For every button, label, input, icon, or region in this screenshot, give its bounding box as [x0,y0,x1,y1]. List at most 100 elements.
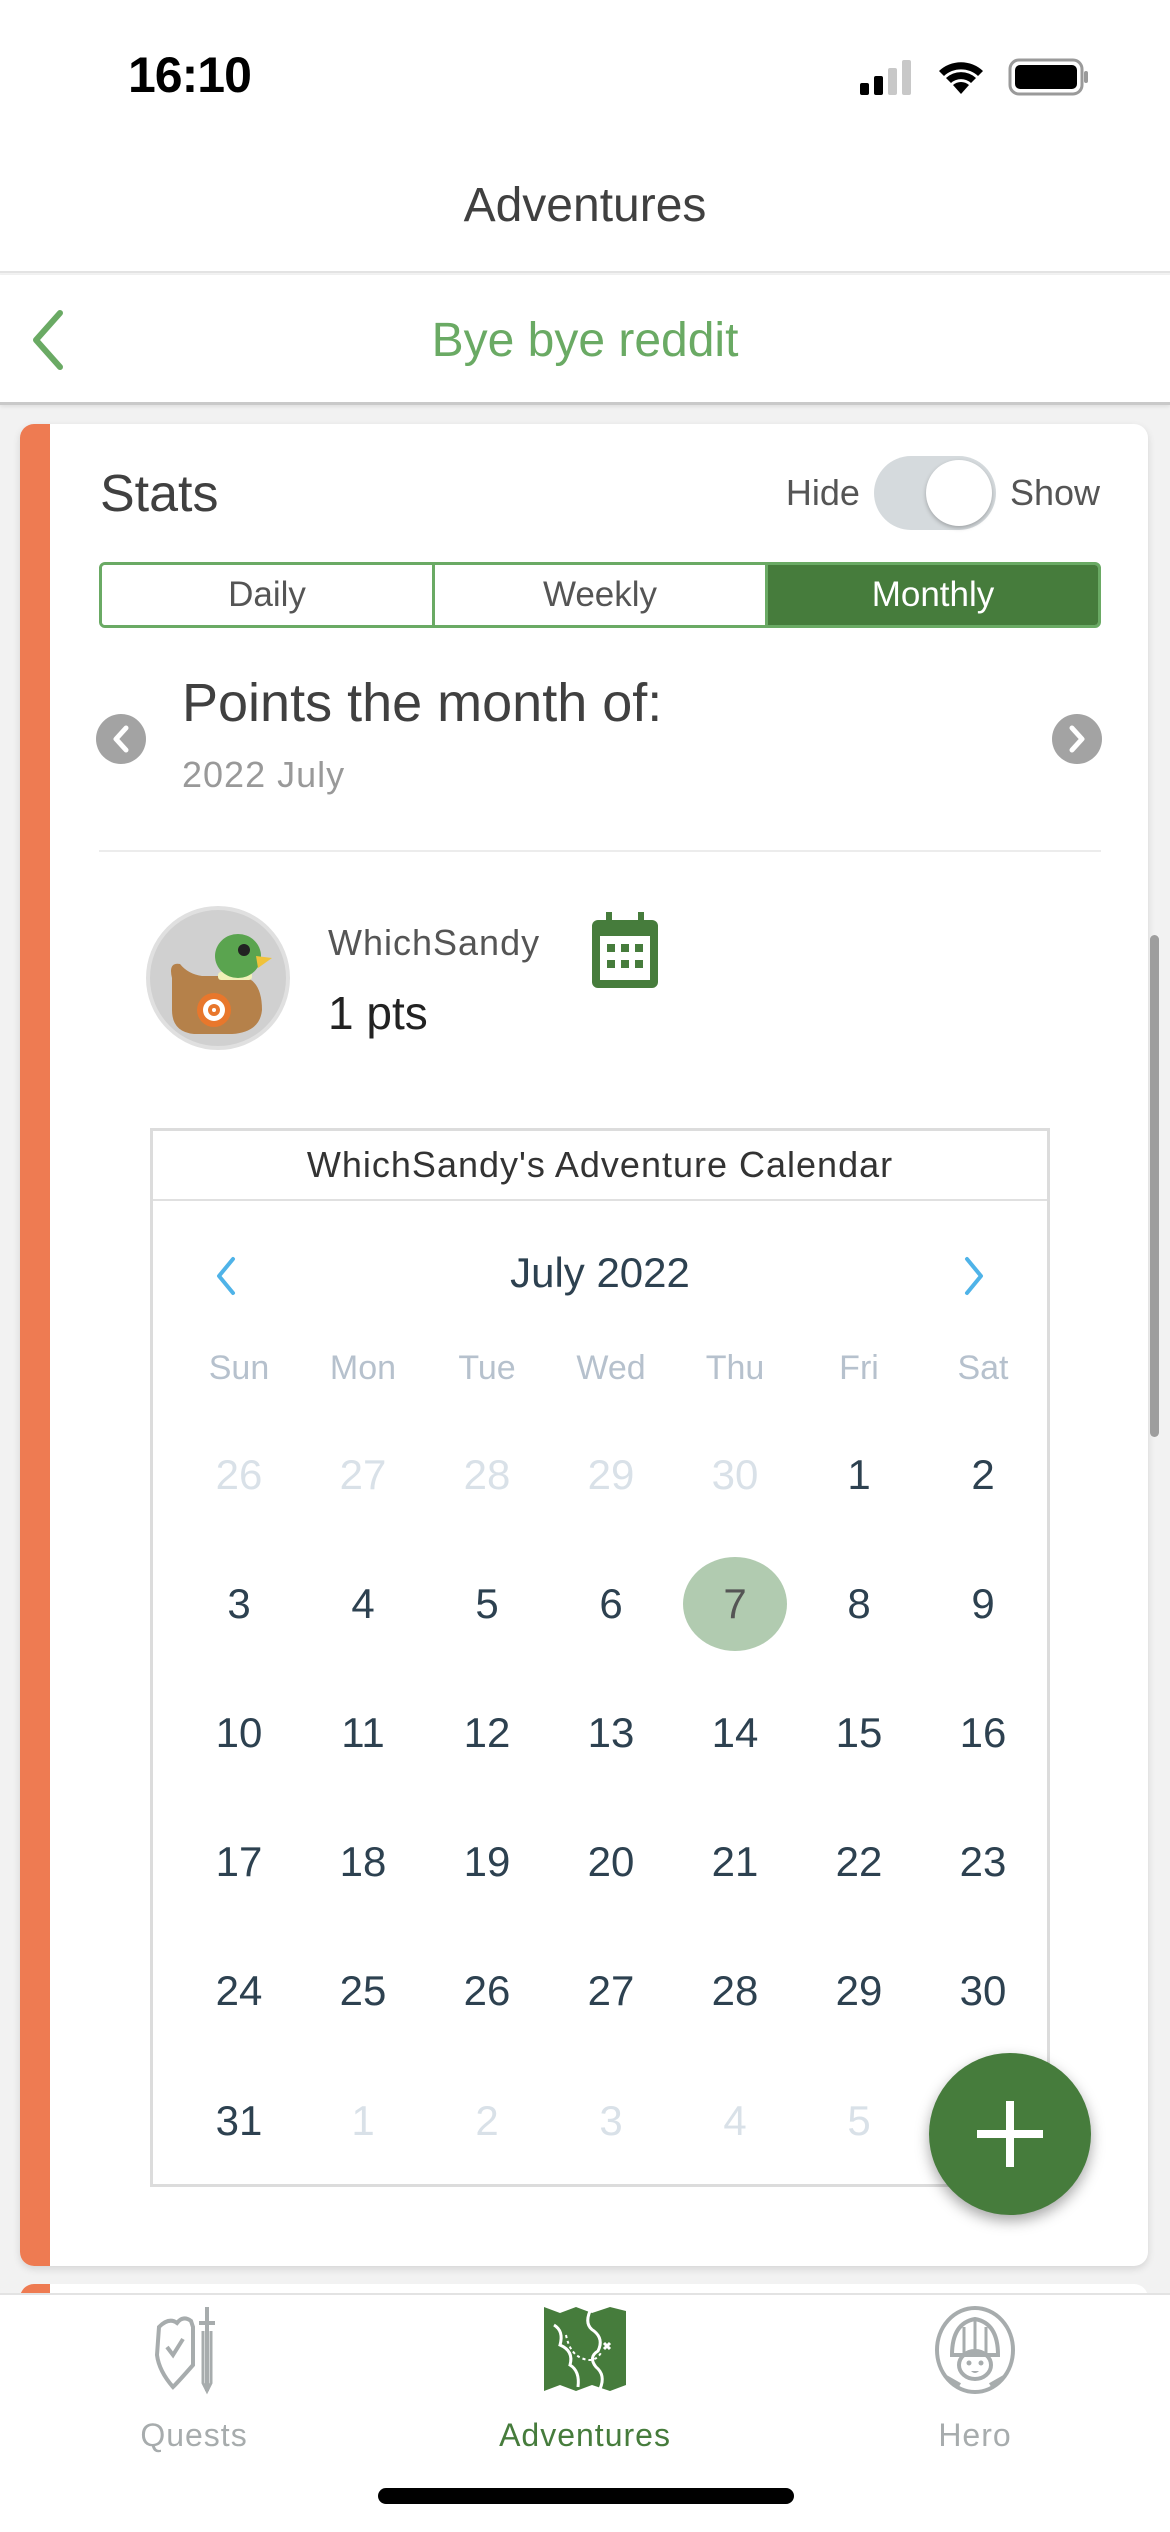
calendar-title: WhichSandy's Adventure Calendar [153,1131,1047,1201]
chevron-right-icon [1069,725,1085,753]
calendar-button[interactable] [592,912,658,988]
weekday-label: Mon [329,1349,397,1387]
calendar-day[interactable]: 21 [683,1815,787,1909]
calendar-day[interactable]: 30 [931,1944,1035,2038]
calendar-day[interactable]: 29 [807,1944,911,2038]
calendar-day[interactable]: 16 [931,1686,1035,1780]
calendar-day[interactable]: 17 [187,1815,291,1909]
divider [99,850,1101,852]
stats-title: Stats [100,465,219,523]
user-points: 1 pts [328,987,428,1039]
calendar-day[interactable]: 13 [559,1686,663,1780]
visibility-toggle[interactable] [873,456,996,530]
calendar-day[interactable]: 1 [807,1428,911,1522]
period-tabs: Daily Weekly Monthly [99,562,1101,628]
tab-monthly[interactable]: Monthly [765,565,1098,625]
tab-adventures[interactable]: Adventures [455,2305,715,2455]
calendar-day-outside-month[interactable]: 2 [435,2074,539,2168]
next-month-button[interactable] [949,1246,999,1306]
weekday-label: Wed [576,1349,646,1387]
calendar-day-outside-month[interactable]: 1 [311,2074,415,2168]
battery-icon [1008,58,1088,96]
calendar-day[interactable]: 2 [931,1428,1035,1522]
tab-weekly[interactable]: Weekly [432,565,765,625]
month-label: July 2022 [510,1249,690,1296]
calendar-day[interactable]: 31 [187,2074,291,2168]
home-indicator [378,2488,794,2504]
tab-hero[interactable]: Hero [845,2305,1105,2455]
tab-label: Hero [938,2417,1012,2453]
calendar-day-outside-month[interactable]: 28 [435,1428,539,1522]
stats-card: Stats Hide Show Daily Weekly Monthly Poi… [20,424,1148,2266]
calendar-day[interactable]: 18 [311,1815,415,1909]
calendar-day-marked[interactable]: 7 [683,1557,787,1651]
adventure-calendar: WhichSandy's Adventure Calendar July 202… [150,1128,1050,2187]
calendar-day[interactable]: 11 [311,1686,415,1780]
status-icons [858,58,1090,96]
calendar-day[interactable]: 20 [559,1815,663,1909]
calendar-day[interactable]: 22 [807,1815,911,1909]
weekday-label: Thu [705,1349,765,1387]
calendar-day[interactable]: 3 [187,1557,291,1651]
toggle-knob [925,460,992,526]
calendar-day-outside-month[interactable]: 3 [559,2074,663,2168]
user-name: WhichSandy [328,922,541,963]
calendar-day[interactable]: 4 [311,1557,415,1651]
calendar-day-outside-month[interactable]: 5 [807,2074,911,2168]
calendar-day[interactable]: 25 [311,1944,415,2038]
duck-avatar-icon [171,934,272,1034]
calendar-day[interactable]: 5 [435,1557,539,1651]
calendar-day-outside-month[interactable]: 26 [187,1428,291,1522]
calendar-day-outside-month[interactable]: 30 [683,1428,787,1522]
adventure-title: Bye bye reddit [431,314,739,367]
calendar-icon [592,912,658,988]
weekday-label: Fri [839,1349,879,1387]
weekday-label: Sat [957,1349,1009,1387]
treasure-map-icon [544,2307,626,2391]
avatar[interactable] [146,906,290,1050]
card-accent-strip [20,424,50,2266]
calendar-day[interactable]: 26 [435,1944,539,2038]
chevron-left-icon [113,725,129,753]
add-button[interactable] [929,2053,1091,2215]
tab-label: Quests [140,2417,248,2453]
calendar-day[interactable]: 24 [187,1944,291,2038]
page-title: Adventures [463,179,707,232]
scrollbar[interactable] [1150,935,1159,1437]
wifi-icon [939,62,983,94]
calendar-day[interactable]: 10 [187,1686,291,1780]
visibility-toggle-group: Hide Show [786,456,1100,530]
status-time: 16:10 [128,47,252,103]
calendar-day[interactable]: 8 [807,1557,911,1651]
calendar-day[interactable]: 14 [683,1686,787,1780]
next-period-button[interactable] [1052,714,1102,764]
screen: 16:10 Adventures Bye bye reddit Stats Hi… [0,0,1170,2532]
weekday-label: Tue [458,1349,516,1387]
tab-daily[interactable]: Daily [102,565,432,625]
previous-period-button[interactable] [96,714,146,764]
chevron-right-icon [965,1257,983,1295]
calendar-day-outside-month[interactable]: 27 [311,1428,415,1522]
shield-sword-icon [154,2307,215,2395]
calendar-day-outside-month[interactable]: 29 [559,1428,663,1522]
calendar-day[interactable]: 19 [435,1815,539,1909]
calendar-day[interactable]: 12 [435,1686,539,1780]
toggle-show-label: Show [1009,472,1100,513]
tab-quests[interactable]: Quests [64,2305,324,2455]
knight-helmet-icon [935,2306,1015,2394]
period-value: 2022 July [182,754,346,795]
toggle-hide-label: Hide [785,472,860,513]
calendar-day[interactable]: 23 [931,1815,1035,1909]
plus-icon [977,2101,1043,2167]
period-title: Points the month of: [182,673,663,733]
tab-label: Adventures [499,2417,671,2453]
weekday-label: Sun [208,1349,270,1387]
calendar-day[interactable]: 6 [559,1557,663,1651]
tab-bar: Quests Adventures Hero [0,2293,1170,2532]
calendar-day[interactable]: 15 [807,1686,911,1780]
calendar-day[interactable]: 9 [931,1557,1035,1651]
calendar-day-outside-month[interactable]: 4 [683,2074,787,2168]
cellular-signal-icon [860,60,911,95]
calendar-day[interactable]: 27 [559,1944,663,2038]
calendar-day[interactable]: 28 [683,1944,787,2038]
